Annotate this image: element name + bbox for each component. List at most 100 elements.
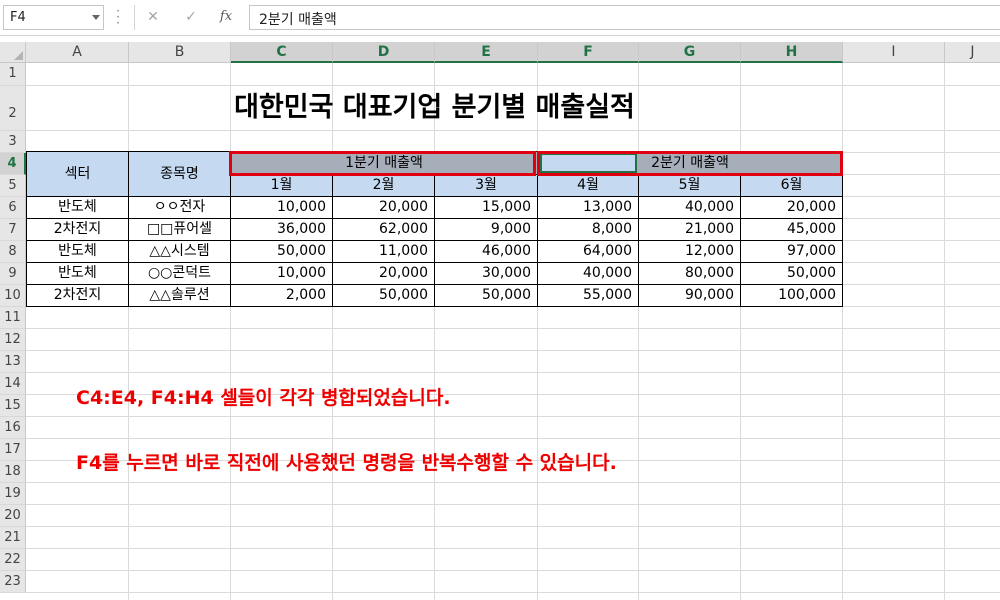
cell-value[interactable]: 50,000 — [333, 285, 435, 307]
header-month-6[interactable]: 6월 — [741, 175, 843, 197]
row-header-18[interactable]: 18 — [0, 461, 26, 483]
annotation-f4-note: F4를 누르면 바로 직전에 사용했던 명령을 반복수행할 수 있습니다. — [76, 452, 617, 474]
row-header-12[interactable]: 12 — [0, 329, 26, 351]
cell-value[interactable]: 97,000 — [741, 241, 843, 263]
cell-value[interactable]: 9,000 — [435, 219, 538, 241]
select-all-button[interactable] — [0, 42, 26, 63]
cell-value[interactable]: 8,000 — [538, 219, 639, 241]
cell-value[interactable]: 45,000 — [741, 219, 843, 241]
row-header-16[interactable]: 16 — [0, 417, 26, 439]
cell-value[interactable]: 20,000 — [741, 197, 843, 219]
insert-function-icon[interactable]: fx — [215, 6, 237, 28]
column-header-d[interactable]: D — [333, 42, 435, 63]
cell-value[interactable]: 50,000 — [741, 263, 843, 285]
cell-value[interactable]: 80,000 — [639, 263, 741, 285]
row-header-1[interactable]: 1 — [0, 63, 26, 86]
header-month-5[interactable]: 5월 — [639, 175, 741, 197]
more-options-icon[interactable]: · · · — [114, 5, 122, 29]
row-header-10[interactable]: 10 — [0, 285, 26, 307]
cell-stock-name[interactable]: ○○콘덕트 — [129, 263, 231, 285]
cell-value[interactable]: 62,000 — [333, 219, 435, 241]
row-header-20[interactable]: 20 — [0, 505, 26, 527]
row-header-21[interactable]: 21 — [0, 527, 26, 549]
row-header-11[interactable]: 11 — [0, 307, 26, 329]
formula-input[interactable]: 2분기 매출액 — [249, 5, 1000, 30]
cell-value[interactable]: 40,000 — [639, 197, 741, 219]
cancel-icon[interactable]: ✕ — [142, 6, 164, 28]
cell-value[interactable]: 55,000 — [538, 285, 639, 307]
gridline — [740, 63, 741, 600]
cell-value[interactable]: 11,000 — [333, 241, 435, 263]
cell-sector[interactable]: 반도체 — [27, 197, 129, 219]
row-header-15[interactable]: 15 — [0, 395, 26, 417]
gridline — [26, 504, 1000, 505]
row-header-8[interactable]: 8 — [0, 241, 26, 263]
cell-value[interactable]: 36,000 — [231, 219, 333, 241]
column-header-h[interactable]: H — [741, 42, 843, 63]
row-header-9[interactable]: 9 — [0, 263, 26, 285]
sheet-title[interactable]: 대한민국 대표기업 분기별 매출실적 — [128, 86, 741, 130]
row-header-19[interactable]: 19 — [0, 483, 26, 505]
cell-value[interactable]: 30,000 — [435, 263, 538, 285]
cell-value[interactable]: 90,000 — [639, 285, 741, 307]
header-month-4[interactable]: 4월 — [538, 175, 639, 197]
cell-value[interactable]: 12,000 — [639, 241, 741, 263]
chevron-down-icon[interactable] — [92, 15, 100, 20]
cell-value[interactable]: 10,000 — [231, 197, 333, 219]
row-header-14[interactable]: 14 — [0, 373, 26, 395]
gridline — [26, 416, 1000, 417]
cell-value[interactable]: 21,000 — [639, 219, 741, 241]
gridline — [26, 482, 1000, 483]
header-stock-name[interactable]: 종목명 — [129, 152, 231, 197]
highlight-box-q1 — [229, 151, 536, 176]
cell-stock-name[interactable]: □□퓨어셀 — [129, 219, 231, 241]
cell-value[interactable]: 100,000 — [741, 285, 843, 307]
column-header-j[interactable]: J — [945, 42, 1000, 63]
column-header-c[interactable]: C — [231, 42, 333, 63]
header-month-3[interactable]: 3월 — [435, 175, 538, 197]
cell-sector[interactable]: 반도체 — [27, 241, 129, 263]
column-header-b[interactable]: B — [129, 42, 231, 63]
column-header-i[interactable]: I — [843, 42, 945, 63]
cell-value[interactable]: 64,000 — [538, 241, 639, 263]
cell-stock-name[interactable]: △△솔루션 — [129, 285, 231, 307]
column-header-f[interactable]: F — [538, 42, 639, 63]
row-header-6[interactable]: 6 — [0, 197, 26, 219]
cell-value[interactable]: 50,000 — [231, 241, 333, 263]
row-header-2[interactable]: 2 — [0, 86, 26, 131]
row-header-3[interactable]: 3 — [0, 131, 26, 153]
cell-value[interactable]: 20,000 — [333, 263, 435, 285]
row-header-17[interactable]: 17 — [0, 439, 26, 461]
enter-icon[interactable]: ✓ — [180, 6, 202, 28]
cell-value[interactable]: 46,000 — [435, 241, 538, 263]
cell-value[interactable]: 15,000 — [435, 197, 538, 219]
gridline — [26, 350, 1000, 351]
row-header-4[interactable]: 4 — [0, 153, 26, 175]
row-header-7[interactable]: 7 — [0, 219, 26, 241]
column-header-e[interactable]: E — [435, 42, 538, 63]
name-box[interactable]: F4 — [3, 5, 104, 30]
cell-stock-name[interactable]: ㅇㅇ전자 — [129, 197, 231, 219]
cell-value[interactable]: 13,000 — [538, 197, 639, 219]
row-header-23[interactable]: 23 — [0, 571, 26, 593]
cell-sector[interactable]: 2차전지 — [27, 219, 129, 241]
header-month-2[interactable]: 2월 — [333, 175, 435, 197]
row-header-5[interactable]: 5 — [0, 175, 26, 197]
cell-value[interactable]: 20,000 — [333, 197, 435, 219]
cell-value[interactable]: 2,000 — [231, 285, 333, 307]
gridline — [26, 372, 1000, 373]
cell-sector[interactable]: 반도체 — [27, 263, 129, 285]
gridline — [434, 63, 435, 600]
row-header-22[interactable]: 22 — [0, 549, 26, 571]
row-header-13[interactable]: 13 — [0, 351, 26, 373]
gridline — [128, 63, 129, 600]
cell-value[interactable]: 50,000 — [435, 285, 538, 307]
header-sector[interactable]: 섹터 — [27, 152, 129, 197]
cell-stock-name[interactable]: △△시스템 — [129, 241, 231, 263]
cell-value[interactable]: 40,000 — [538, 263, 639, 285]
column-header-a[interactable]: A — [26, 42, 129, 63]
cell-sector[interactable]: 2차전지 — [27, 285, 129, 307]
column-header-g[interactable]: G — [639, 42, 741, 63]
header-month-1[interactable]: 1월 — [231, 175, 333, 197]
cell-value[interactable]: 10,000 — [231, 263, 333, 285]
